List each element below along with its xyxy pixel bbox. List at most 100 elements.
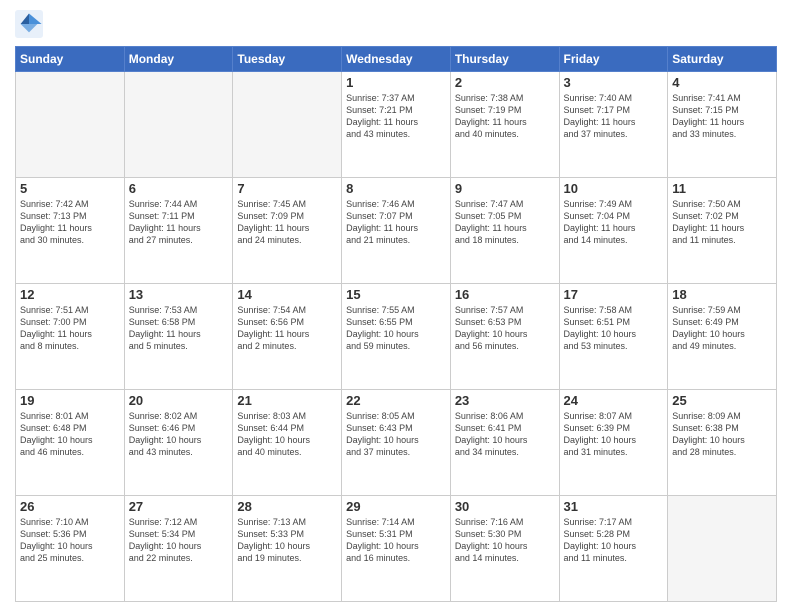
- week-row-4: 19 Sunrise: 8:01 AM Sunset: 6:48 PM Dayli…: [16, 390, 777, 496]
- day-cell: 25 Sunrise: 8:09 AM Sunset: 6:38 PM Dayli…: [668, 390, 777, 496]
- day-number: 28: [237, 499, 337, 514]
- weekday-saturday: Saturday: [668, 47, 777, 72]
- day-cell: [16, 72, 125, 178]
- day-cell: 5 Sunrise: 7:42 AM Sunset: 7:13 PM Daylig…: [16, 178, 125, 284]
- day-cell: 2 Sunrise: 7:38 AM Sunset: 7:19 PM Daylig…: [450, 72, 559, 178]
- day-number: 1: [346, 75, 446, 90]
- day-cell: 7 Sunrise: 7:45 AM Sunset: 7:09 PM Daylig…: [233, 178, 342, 284]
- header: [15, 10, 777, 38]
- day-cell: 11 Sunrise: 7:50 AM Sunset: 7:02 PM Dayli…: [668, 178, 777, 284]
- day-info: Sunrise: 8:07 AM Sunset: 6:39 PM Dayligh…: [564, 410, 664, 459]
- day-cell: 12 Sunrise: 7:51 AM Sunset: 7:00 PM Dayli…: [16, 284, 125, 390]
- weekday-monday: Monday: [124, 47, 233, 72]
- day-cell: [233, 72, 342, 178]
- week-row-3: 12 Sunrise: 7:51 AM Sunset: 7:00 PM Dayli…: [16, 284, 777, 390]
- day-info: Sunrise: 7:16 AM Sunset: 5:30 PM Dayligh…: [455, 516, 555, 565]
- day-number: 30: [455, 499, 555, 514]
- day-info: Sunrise: 7:10 AM Sunset: 5:36 PM Dayligh…: [20, 516, 120, 565]
- day-number: 11: [672, 181, 772, 196]
- day-number: 6: [129, 181, 229, 196]
- day-cell: 28 Sunrise: 7:13 AM Sunset: 5:33 PM Dayli…: [233, 496, 342, 602]
- weekday-tuesday: Tuesday: [233, 47, 342, 72]
- day-info: Sunrise: 7:44 AM Sunset: 7:11 PM Dayligh…: [129, 198, 229, 247]
- day-cell: 16 Sunrise: 7:57 AM Sunset: 6:53 PM Dayli…: [450, 284, 559, 390]
- day-number: 5: [20, 181, 120, 196]
- logo: [15, 10, 47, 38]
- day-number: 2: [455, 75, 555, 90]
- day-info: Sunrise: 8:05 AM Sunset: 6:43 PM Dayligh…: [346, 410, 446, 459]
- day-cell: [124, 72, 233, 178]
- day-info: Sunrise: 7:42 AM Sunset: 7:13 PM Dayligh…: [20, 198, 120, 247]
- day-info: Sunrise: 7:47 AM Sunset: 7:05 PM Dayligh…: [455, 198, 555, 247]
- day-number: 12: [20, 287, 120, 302]
- day-number: 7: [237, 181, 337, 196]
- day-info: Sunrise: 7:57 AM Sunset: 6:53 PM Dayligh…: [455, 304, 555, 353]
- day-number: 9: [455, 181, 555, 196]
- day-cell: 17 Sunrise: 7:58 AM Sunset: 6:51 PM Dayli…: [559, 284, 668, 390]
- day-cell: 14Sunrise: 7:54 AM Sunset: 6:56 PM Dayli…: [233, 284, 342, 390]
- day-info: Sunrise: 7:51 AM Sunset: 7:00 PM Dayligh…: [20, 304, 120, 353]
- day-number: 10: [564, 181, 664, 196]
- day-number: 23: [455, 393, 555, 408]
- day-info: Sunrise: 7:53 AM Sunset: 6:58 PM Dayligh…: [129, 304, 229, 353]
- day-number: 17: [564, 287, 664, 302]
- weekday-sunday: Sunday: [16, 47, 125, 72]
- day-info: Sunrise: 7:41 AM Sunset: 7:15 PM Dayligh…: [672, 92, 772, 141]
- day-cell: 15 Sunrise: 7:55 AM Sunset: 6:55 PM Dayli…: [342, 284, 451, 390]
- day-number: 22: [346, 393, 446, 408]
- day-cell: 22 Sunrise: 8:05 AM Sunset: 6:43 PM Dayli…: [342, 390, 451, 496]
- day-cell: 19 Sunrise: 8:01 AM Sunset: 6:48 PM Dayli…: [16, 390, 125, 496]
- day-cell: 21Sunrise: 8:03 AM Sunset: 6:44 PM Dayli…: [233, 390, 342, 496]
- week-row-1: 1Sunrise: 7:37 AM Sunset: 7:21 PM Daylig…: [16, 72, 777, 178]
- day-number: 26: [20, 499, 120, 514]
- weekday-wednesday: Wednesday: [342, 47, 451, 72]
- week-row-5: 26 Sunrise: 7:10 AM Sunset: 5:36 PM Dayli…: [16, 496, 777, 602]
- day-info: Sunrise: 7:54 AM Sunset: 6:56 PM Dayligh…: [237, 304, 337, 353]
- day-cell: 10 Sunrise: 7:49 AM Sunset: 7:04 PM Dayli…: [559, 178, 668, 284]
- day-cell: 3 Sunrise: 7:40 AM Sunset: 7:17 PM Daylig…: [559, 72, 668, 178]
- day-cell: 4Sunrise: 7:41 AM Sunset: 7:15 PM Daylig…: [668, 72, 777, 178]
- logo-icon: [15, 10, 43, 38]
- day-info: Sunrise: 7:46 AM Sunset: 7:07 PM Dayligh…: [346, 198, 446, 247]
- day-info: Sunrise: 7:59 AM Sunset: 6:49 PM Dayligh…: [672, 304, 772, 353]
- day-info: Sunrise: 7:14 AM Sunset: 5:31 PM Dayligh…: [346, 516, 446, 565]
- day-cell: 31 Sunrise: 7:17 AM Sunset: 5:28 PM Dayli…: [559, 496, 668, 602]
- day-number: 18: [672, 287, 772, 302]
- day-cell: 23Sunrise: 8:06 AM Sunset: 6:41 PM Dayli…: [450, 390, 559, 496]
- day-cell: 26 Sunrise: 7:10 AM Sunset: 5:36 PM Dayli…: [16, 496, 125, 602]
- day-info: Sunrise: 7:45 AM Sunset: 7:09 PM Dayligh…: [237, 198, 337, 247]
- day-info: Sunrise: 7:58 AM Sunset: 6:51 PM Dayligh…: [564, 304, 664, 353]
- day-info: Sunrise: 8:01 AM Sunset: 6:48 PM Dayligh…: [20, 410, 120, 459]
- day-number: 3: [564, 75, 664, 90]
- day-info: Sunrise: 7:17 AM Sunset: 5:28 PM Dayligh…: [564, 516, 664, 565]
- day-cell: 1Sunrise: 7:37 AM Sunset: 7:21 PM Daylig…: [342, 72, 451, 178]
- day-info: Sunrise: 7:13 AM Sunset: 5:33 PM Dayligh…: [237, 516, 337, 565]
- day-cell: 8Sunrise: 7:46 AM Sunset: 7:07 PM Daylig…: [342, 178, 451, 284]
- day-number: 31: [564, 499, 664, 514]
- page: SundayMondayTuesdayWednesdayThursdayFrid…: [0, 0, 792, 612]
- weekday-friday: Friday: [559, 47, 668, 72]
- day-info: Sunrise: 7:38 AM Sunset: 7:19 PM Dayligh…: [455, 92, 555, 141]
- day-number: 24: [564, 393, 664, 408]
- day-info: Sunrise: 8:09 AM Sunset: 6:38 PM Dayligh…: [672, 410, 772, 459]
- day-cell: 24 Sunrise: 8:07 AM Sunset: 6:39 PM Dayli…: [559, 390, 668, 496]
- day-info: Sunrise: 7:50 AM Sunset: 7:02 PM Dayligh…: [672, 198, 772, 247]
- day-number: 20: [129, 393, 229, 408]
- day-cell: [668, 496, 777, 602]
- day-info: Sunrise: 7:49 AM Sunset: 7:04 PM Dayligh…: [564, 198, 664, 247]
- day-number: 15: [346, 287, 446, 302]
- day-info: Sunrise: 7:40 AM Sunset: 7:17 PM Dayligh…: [564, 92, 664, 141]
- day-cell: 13Sunrise: 7:53 AM Sunset: 6:58 PM Dayli…: [124, 284, 233, 390]
- day-info: Sunrise: 7:55 AM Sunset: 6:55 PM Dayligh…: [346, 304, 446, 353]
- day-number: 16: [455, 287, 555, 302]
- day-info: Sunrise: 8:03 AM Sunset: 6:44 PM Dayligh…: [237, 410, 337, 459]
- day-number: 29: [346, 499, 446, 514]
- day-cell: 18 Sunrise: 7:59 AM Sunset: 6:49 PM Dayli…: [668, 284, 777, 390]
- day-number: 19: [20, 393, 120, 408]
- weekday-header-row: SundayMondayTuesdayWednesdayThursdayFrid…: [16, 47, 777, 72]
- day-cell: 29 Sunrise: 7:14 AM Sunset: 5:31 PM Dayli…: [342, 496, 451, 602]
- day-cell: 27Sunrise: 7:12 AM Sunset: 5:34 PM Dayli…: [124, 496, 233, 602]
- calendar-table: SundayMondayTuesdayWednesdayThursdayFrid…: [15, 46, 777, 602]
- day-number: 25: [672, 393, 772, 408]
- day-cell: 9 Sunrise: 7:47 AM Sunset: 7:05 PM Daylig…: [450, 178, 559, 284]
